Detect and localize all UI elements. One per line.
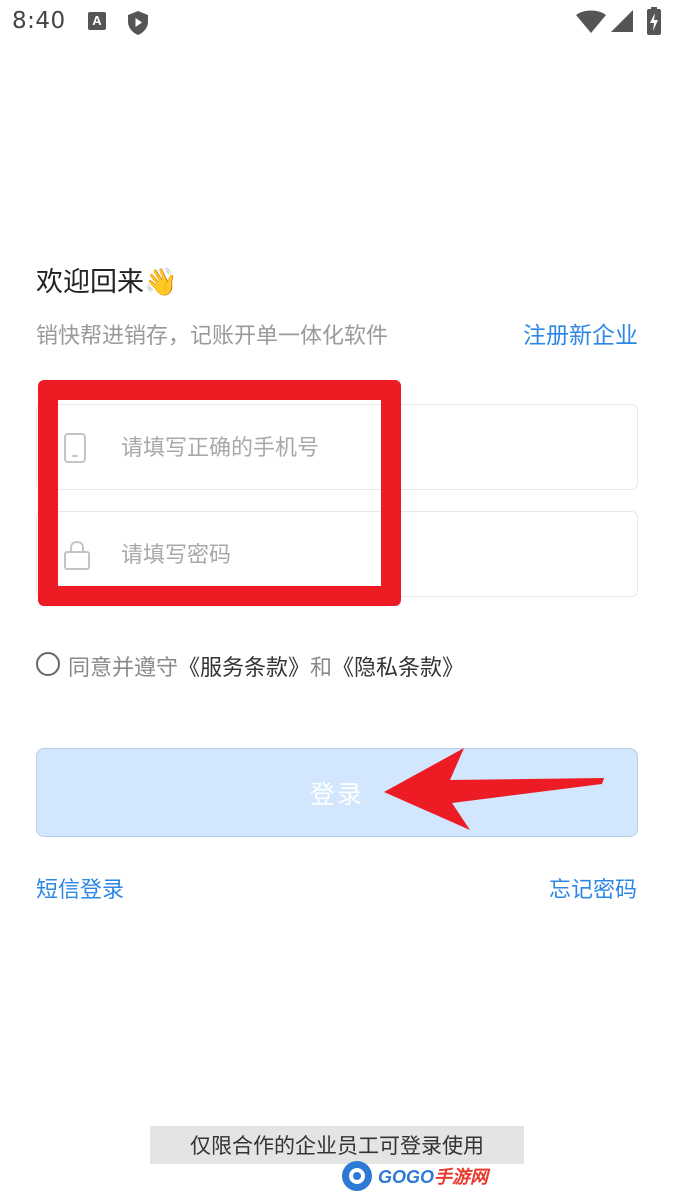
wifi-icon — [576, 10, 606, 33]
watermark-text: GOGO手游网 — [378, 1163, 488, 1189]
status-bar: 8:40 A — [0, 0, 674, 48]
agreement-row: 同意并遵守《服务条款》和《隐私条款》 — [36, 650, 464, 681]
watermark-text-accent: 手游网 — [434, 1167, 489, 1187]
phone-field[interactable] — [36, 404, 638, 490]
watermark-logo: GOGO手游网 — [340, 1156, 488, 1196]
forgot-password-link[interactable]: 忘记密码 — [549, 872, 637, 904]
sms-login-link[interactable]: 短信登录 — [36, 872, 124, 904]
page-title: 欢迎回来👋 — [36, 267, 178, 298]
watermark-globe-icon — [342, 1161, 372, 1191]
battery-icon — [647, 7, 661, 35]
page-subtitle: 销快帮进销存，记账开单一体化软件 — [36, 324, 389, 349]
status-time: 8:40 — [12, 8, 66, 34]
signal-icon — [611, 10, 633, 32]
lock-icon — [64, 540, 90, 570]
login-button[interactable]: 登录 — [36, 748, 638, 837]
shield-icon — [128, 11, 148, 35]
privacy-terms-link[interactable]: 《隐私条款》 — [332, 656, 464, 681]
password-input[interactable] — [119, 534, 603, 576]
agree-radio-button[interactable] — [36, 652, 60, 676]
agreement-prefix: 同意并遵守 — [68, 656, 179, 681]
phone-icon — [64, 433, 86, 463]
password-field[interactable] — [36, 511, 638, 597]
service-terms-link[interactable]: 《服务条款》 — [178, 656, 310, 681]
a-notification-icon: A — [88, 12, 106, 30]
register-new-company-link[interactable]: 注册新企业 — [523, 316, 638, 350]
phone-input[interactable] — [119, 427, 603, 469]
watermark-text-main: GOGO — [378, 1167, 435, 1187]
agreement-and: 和 — [310, 656, 333, 681]
